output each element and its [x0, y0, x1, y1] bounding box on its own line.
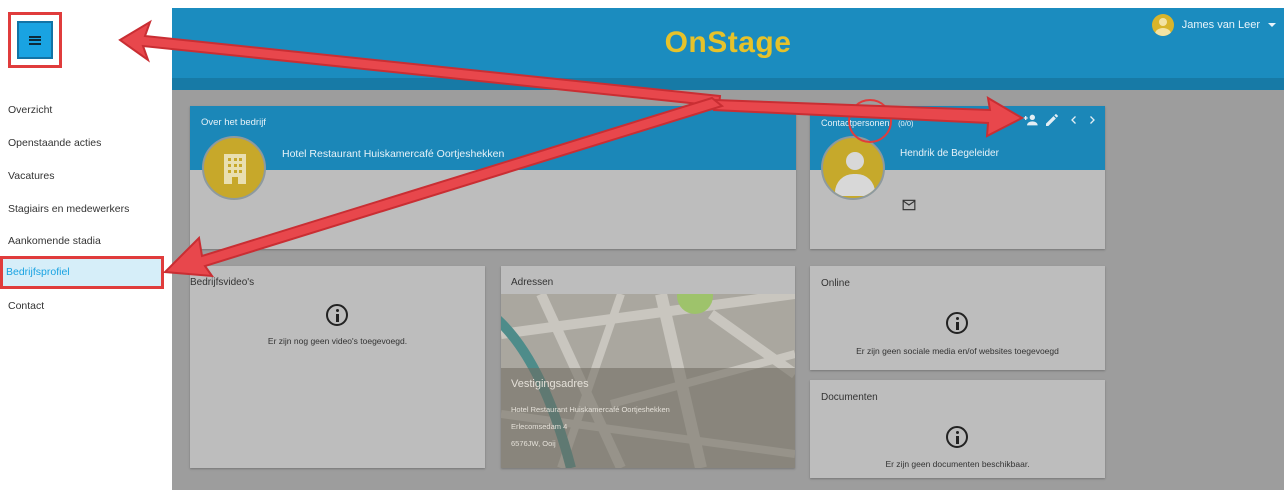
chevron-right-icon[interactable]: [1086, 112, 1098, 128]
caret-down-icon: [1268, 23, 1276, 27]
app-logo[interactable]: OnStage: [172, 26, 1284, 60]
menu-button[interactable]: [17, 21, 53, 59]
address-card-title: Adressen: [511, 277, 554, 288]
info-icon: [946, 312, 968, 334]
user-name: James van Leer: [1181, 19, 1260, 31]
person-icon: [846, 152, 864, 170]
online-empty-text: Er zijn geen sociale media en/of website…: [856, 346, 1059, 356]
address-card: Adressen Vestigingsadres Hotel Restauran…: [501, 266, 795, 468]
sidebar-item-bedrijfsprofiel[interactable]: Bedrijfsprofiel: [0, 257, 172, 287]
contact-avatar: [821, 136, 885, 200]
hamburger-icon: [29, 35, 41, 45]
top-bar-band: [172, 78, 1284, 90]
online-card-title: Online: [821, 278, 850, 289]
video-card-title: Bedrijfsvideo's: [190, 277, 255, 288]
user-avatar-icon: [1151, 14, 1174, 36]
video-card: Bedrijfsvideo's Er zijn nog geen video's…: [190, 266, 485, 468]
address-line-2: Erlecomsedam 4: [511, 422, 568, 431]
company-card-title: Over het bedrijf: [201, 117, 266, 128]
chevron-left-icon[interactable]: [1068, 112, 1080, 128]
online-card: Online Er zijn geen sociale media en/of …: [810, 266, 1105, 370]
sidebar-item-overzicht[interactable]: Overzicht: [0, 95, 172, 125]
company-card-header: [190, 106, 796, 170]
sidebar: Overzicht Openstaande acties Vacatures S…: [0, 0, 172, 490]
mail-icon[interactable]: [902, 199, 916, 211]
menu-button-highlight: [8, 12, 62, 68]
info-icon: [326, 304, 348, 326]
building-icon: [224, 154, 246, 184]
sidebar-item-vacatures[interactable]: Vacatures: [0, 161, 172, 191]
documents-empty-text: Er zijn geen documenten beschikbaar.: [885, 459, 1030, 469]
company-avatar: [202, 136, 266, 200]
edit-icon[interactable]: [1044, 112, 1060, 128]
documents-card-title: Documenten: [821, 392, 878, 403]
company-name: Hotel Restaurant Huiskamercafé Oortjeshe…: [282, 148, 505, 160]
address-overlay: Vestigingsadres Hotel Restaurant Huiskam…: [501, 368, 795, 468]
annotation-circle: [848, 99, 892, 143]
documents-card: Documenten Er zijn geen documenten besch…: [810, 380, 1105, 478]
sidebar-item-aankomende-stadia[interactable]: Aankomende stadia: [0, 226, 172, 256]
app-page: Overzicht Openstaande acties Vacatures S…: [0, 0, 1286, 490]
user-menu[interactable]: James van Leer: [1151, 14, 1276, 36]
company-card: Over het bedrijf Hotel Restaurant Huiska…: [190, 106, 796, 249]
address-line-3: 6576JW, Ooij: [511, 439, 556, 448]
contact-name: Hendrik de Begeleider: [900, 148, 999, 159]
top-bar: OnStage James van Leer: [172, 8, 1284, 90]
contact-count: (0/0): [898, 119, 914, 128]
sidebar-item-stagiairs[interactable]: Stagiairs en medewerkers: [0, 194, 172, 224]
sidebar-item-contact[interactable]: Contact: [0, 291, 172, 321]
map-view[interactable]: Vestigingsadres Hotel Restaurant Huiskam…: [501, 294, 795, 468]
video-empty-text: Er zijn nog geen video's toegevoegd.: [267, 336, 408, 346]
sidebar-item-openstaande-acties[interactable]: Openstaande acties: [0, 128, 172, 158]
address-heading: Vestigingsadres: [511, 378, 589, 390]
info-icon: [946, 426, 968, 448]
add-person-icon[interactable]: [1022, 112, 1040, 128]
address-line-1: Hotel Restaurant Huiskamercafé Oortjeshe…: [511, 405, 670, 414]
main-content: OnStage James van Leer Over het bedrijf …: [172, 8, 1284, 490]
person-icon-body: [835, 174, 875, 196]
